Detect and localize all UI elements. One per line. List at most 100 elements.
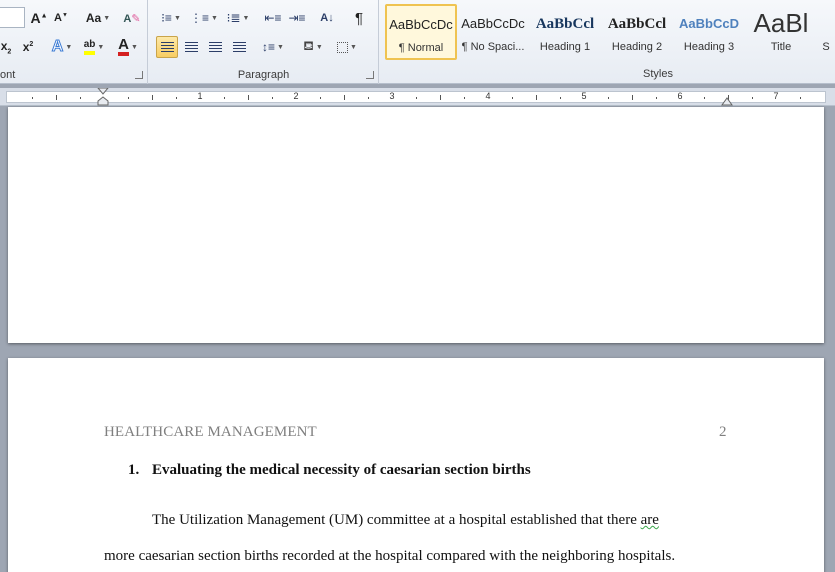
ruler-tick — [344, 95, 345, 100]
ruler-tick — [128, 97, 129, 99]
style-preview: AaBbCcDc — [389, 17, 453, 32]
numbering-button[interactable]: ⋮≡ ▼ — [189, 7, 219, 29]
ruler-tick — [416, 97, 417, 99]
superscript-icon: x2 — [22, 40, 34, 54]
chevron-down-icon: ▼ — [173, 14, 181, 22]
align-left-button[interactable] — [156, 36, 178, 58]
borders-icon — [337, 41, 349, 53]
align-right-button[interactable] — [204, 36, 226, 58]
body-text-line: The Utilization Management (UM) committe… — [152, 512, 659, 529]
grammar-flagged-word[interactable]: are — [641, 512, 659, 528]
clear-formatting-icon: A✎ — [123, 12, 141, 25]
ruler-tick — [272, 97, 273, 99]
font-color-button[interactable]: A ▼ — [114, 36, 142, 58]
ruler-tick — [632, 95, 633, 100]
subscript-button[interactable]: x2 — [0, 36, 16, 58]
multilevel-list-icon: ⁝≣ — [226, 11, 241, 25]
page-1[interactable] — [8, 107, 824, 343]
text-effects-button[interactable]: A ▼ — [48, 36, 76, 58]
ruler-number: 2 — [293, 91, 299, 101]
justify-button[interactable] — [228, 36, 250, 58]
chevron-down-icon: ▼ — [277, 43, 284, 51]
style-name: ¶ Normal — [398, 42, 444, 54]
highlighter-icon: ab — [83, 39, 96, 55]
style-name: Heading 3 — [683, 41, 735, 53]
ruler-tick — [440, 95, 441, 100]
bullets-button[interactable]: ⁝≡ ▼ — [157, 7, 185, 29]
left-indent-marker-icon[interactable] — [97, 88, 109, 106]
shrink-font-button[interactable]: A▼ — [52, 7, 70, 29]
align-center-icon — [184, 41, 198, 53]
ruler-tick — [56, 95, 57, 100]
superscript-button[interactable]: x2 — [18, 36, 38, 58]
pilcrow-icon: ¶ — [354, 9, 364, 27]
styles-group-label: Styles — [643, 68, 673, 80]
ruler-tick — [80, 97, 81, 99]
style-heading-2[interactable]: AaBbCcl Heading 2 — [601, 4, 673, 60]
ruler-number: 3 — [389, 91, 395, 101]
line-spacing-button[interactable]: ↕≡ ▼ — [259, 36, 287, 58]
align-center-button[interactable] — [180, 36, 202, 58]
right-indent-marker-icon[interactable] — [721, 93, 733, 106]
chevron-down-icon: ▼ — [315, 43, 323, 51]
clear-formatting-button[interactable]: A✎ — [122, 7, 142, 29]
styles-gallery: AaBbCcDc ¶ Normal AaBbCcDc ¶ No Spaci...… — [385, 4, 835, 62]
font-color-icon: A — [118, 37, 129, 56]
ruler-tick — [248, 95, 249, 100]
page-2[interactable]: HEALTHCARE MANAGEMENT 2 1. Evaluating th… — [8, 358, 824, 572]
sort-button[interactable]: A↓ — [317, 7, 337, 29]
ruler-number: 4 — [485, 91, 491, 101]
change-case-button[interactable]: Aa ▼ — [82, 7, 114, 29]
highlight-color-button[interactable]: ab ▼ — [80, 36, 108, 58]
body-text-line: more caesarian section births recorded a… — [104, 548, 676, 564]
ruler-tick — [560, 97, 561, 99]
ruler-tick — [224, 97, 225, 99]
chevron-down-icon: ▼ — [211, 14, 218, 22]
chevron-down-icon: ▼ — [242, 14, 250, 22]
ruler-tick — [152, 95, 153, 100]
align-right-icon — [208, 41, 222, 53]
grow-font-icon: A▲ — [30, 10, 48, 26]
ruler-number: 6 — [677, 91, 683, 101]
text-effects-icon: A — [51, 38, 64, 56]
shading-button[interactable]: ⛾ ▼ — [299, 36, 327, 58]
section-heading: Evaluating the medical necessity of caes… — [152, 462, 531, 478]
chevron-down-icon: ▼ — [350, 43, 357, 51]
ruler-tick — [656, 97, 657, 99]
paragraph-dialog-launcher-icon[interactable] — [366, 71, 374, 79]
chevron-down-icon: ▼ — [65, 43, 73, 51]
style-subtitle[interactable]: S — [817, 4, 835, 60]
sort-icon: A↓ — [320, 12, 334, 24]
decrease-indent-button[interactable]: ⇤≡ — [263, 7, 283, 29]
style-heading-3[interactable]: AaBbCcD Heading 3 — [673, 4, 745, 60]
multilevel-list-button[interactable]: ⁝≣ ▼ — [223, 7, 253, 29]
font-group-label: ont — [0, 69, 16, 81]
style-name: Heading 1 — [539, 41, 591, 53]
ruler-number: 1 — [197, 91, 203, 101]
change-case-label: Aa — [85, 11, 102, 25]
style-preview: AaBbCcl — [535, 16, 595, 32]
subscript-icon: x2 — [0, 38, 12, 56]
ribbon: A▲ A▼ Aa ▼ A✎ x2 x2 A ▼ ab ▼ A ▼ ont ⁝≡ ▼ — [0, 0, 835, 84]
show-formatting-marks-button[interactable]: ¶ — [349, 7, 369, 29]
style-title[interactable]: AaBl Title — [745, 4, 817, 60]
style-no-spacing[interactable]: AaBbCcDc ¶ No Spaci... — [457, 4, 529, 60]
font-size-box[interactable] — [0, 7, 25, 28]
style-name: Title — [770, 41, 792, 53]
grow-font-button[interactable]: A▲ — [30, 7, 48, 29]
document-workspace[interactable]: HEALTHCARE MANAGEMENT 2 1. Evaluating th… — [0, 107, 835, 572]
font-dialog-launcher-icon[interactable] — [135, 71, 143, 79]
increase-indent-button[interactable]: ⇥≡ — [287, 7, 307, 29]
ruler-tick — [176, 97, 177, 99]
borders-button[interactable]: ▼ — [333, 36, 361, 58]
horizontal-ruler[interactable]: 1 2 3 4 5 6 7 — [0, 88, 835, 106]
style-preview: AaBbCcl — [607, 16, 667, 32]
ruler-tick — [800, 97, 801, 99]
chevron-down-icon: ▼ — [97, 43, 105, 51]
style-preview — [818, 5, 834, 41]
style-normal[interactable]: AaBbCcDc ¶ Normal — [385, 4, 457, 60]
ruler-tick — [608, 97, 609, 99]
ruler-tick — [368, 97, 369, 99]
body-text: The Utilization Management (UM) committe… — [152, 512, 641, 528]
style-heading-1[interactable]: AaBbCcl Heading 1 — [529, 4, 601, 60]
